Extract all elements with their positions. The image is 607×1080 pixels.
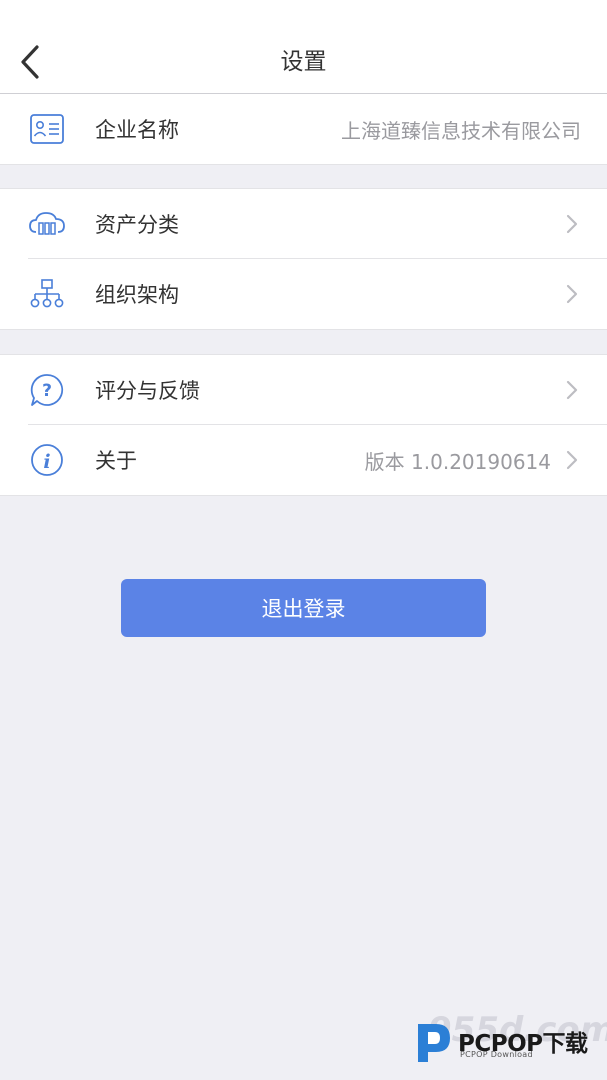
- version-value: 版本 1.0.20190614: [364, 449, 551, 474]
- nav-bar: 设置: [0, 0, 607, 94]
- watermark-logo: 955d.com PCPOP下载 PCPOP Download: [414, 1010, 607, 1072]
- chevron-right-icon: [566, 284, 578, 304]
- page-title: 设置: [280, 49, 327, 75]
- id-card-icon: [28, 111, 66, 147]
- logout-button[interactable]: 退出登录: [121, 579, 486, 637]
- question-bubble-icon: ?: [28, 372, 66, 408]
- watermark-sub: PCPOP Download: [460, 1050, 533, 1059]
- row-label: 评分与反馈: [95, 379, 200, 403]
- chevron-right-icon: [566, 450, 578, 470]
- company-group: 企业名称 上海道臻信息技术有限公司: [0, 94, 607, 165]
- row-org-structure[interactable]: 组织架构: [0, 258, 607, 329]
- row-label: 资产分类: [95, 213, 179, 237]
- info-icon: i: [28, 442, 66, 478]
- company-name-label: 企业名称: [95, 118, 179, 142]
- settings-group-about: ? 评分与反馈 i 关于 版本 1.0.20190614: [0, 354, 607, 496]
- pcpop-logo-icon: [418, 1024, 450, 1062]
- row-label: 关于: [95, 449, 137, 473]
- chevron-right-icon: [566, 380, 578, 400]
- company-name-value: 上海道臻信息技术有限公司: [341, 118, 581, 143]
- row-about[interactable]: i 关于 版本 1.0.20190614: [0, 424, 607, 495]
- company-name-row: 企业名称 上海道臻信息技术有限公司: [0, 94, 607, 164]
- settings-group-structure: 资产分类 组织架构: [0, 188, 607, 330]
- row-asset-category[interactable]: 资产分类: [0, 189, 607, 259]
- row-label: 组织架构: [95, 283, 179, 307]
- svg-text:?: ?: [42, 381, 52, 401]
- svg-text:i: i: [43, 451, 50, 473]
- org-chart-icon: [28, 276, 66, 312]
- row-rating-feedback[interactable]: ? 评分与反馈: [0, 355, 607, 425]
- chevron-right-icon: [566, 214, 578, 234]
- cloud-database-icon: [28, 206, 66, 242]
